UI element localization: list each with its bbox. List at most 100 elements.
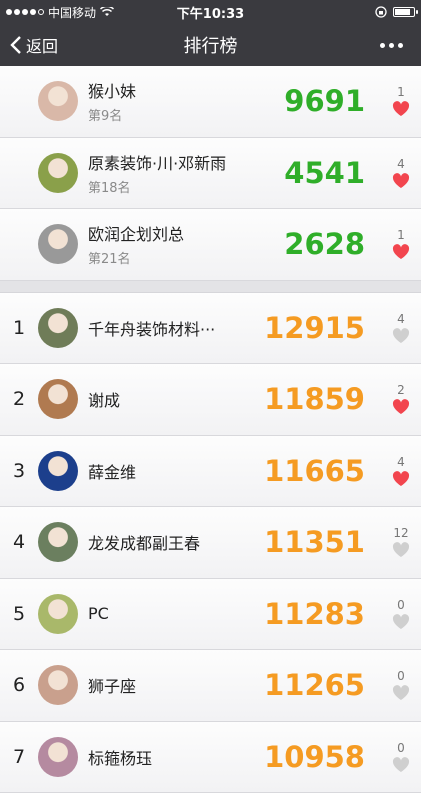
avatar[interactable]	[38, 522, 78, 562]
like-count: 0	[381, 741, 421, 755]
friend-score: 2628	[255, 227, 365, 261]
like-count: 0	[381, 669, 421, 683]
player-name: 狮子座	[88, 673, 255, 697]
signal-icon	[6, 9, 44, 15]
friend-row[interactable]: 猴小妹第9名96911	[0, 66, 421, 138]
heart-icon[interactable]	[392, 101, 410, 117]
friend-row[interactable]: 原素装饰·川·邓新雨第18名45414	[0, 138, 421, 210]
avatar[interactable]	[38, 153, 78, 193]
heart-icon[interactable]	[392, 399, 410, 415]
like-control[interactable]: 4	[381, 157, 421, 189]
friend-name: 猴小妹	[88, 78, 255, 102]
section-divider	[0, 281, 421, 293]
player-info: 薛金维	[88, 459, 255, 483]
like-control[interactable]: 4	[381, 312, 421, 344]
like-count: 0	[381, 598, 421, 612]
chevron-left-icon	[10, 36, 22, 54]
player-info: 龙发成都副王春	[88, 530, 255, 554]
heart-icon[interactable]	[392, 685, 410, 701]
heart-icon[interactable]	[392, 471, 410, 487]
ranking-list: 1 千年舟装饰材料···12915 4 2 谢成11859 2 3 薛金维11665 4 4 龙发成…	[0, 293, 421, 793]
player-name: 谢成	[88, 387, 255, 411]
rank-number: 3	[0, 460, 38, 482]
player-score: 11665	[255, 454, 365, 488]
like-count: 4	[381, 157, 421, 171]
friend-row[interactable]: 欧润企划刘总第21名2628 1	[0, 209, 421, 281]
like-control[interactable]: 1	[381, 228, 421, 260]
heart-icon[interactable]	[392, 542, 410, 558]
heart-icon[interactable]	[392, 244, 410, 260]
avatar[interactable]	[38, 224, 78, 264]
wifi-icon	[100, 7, 114, 17]
page-title: 排行榜	[0, 32, 421, 58]
player-info: 千年舟装饰材料···	[88, 316, 255, 340]
player-name: 龙发成都副王春	[88, 530, 255, 554]
friend-name: 原素装饰·川·邓新雨	[88, 150, 255, 174]
like-control[interactable]: 2	[381, 383, 421, 415]
rank-number: 4	[0, 531, 38, 553]
player-name: 标箍杨珏	[88, 745, 255, 769]
like-count: 12	[381, 526, 421, 540]
rank-number: 7	[0, 746, 38, 768]
ranking-row[interactable]: 6 狮子座11265 0	[0, 650, 421, 722]
ranking-row[interactable]: 3 薛金维11665 4	[0, 436, 421, 508]
player-score: 11283	[255, 597, 365, 631]
ranking-row[interactable]: 2 谢成11859 2	[0, 364, 421, 436]
rank-number: 6	[0, 674, 38, 696]
avatar[interactable]	[38, 665, 78, 705]
player-score: 12915	[255, 311, 365, 345]
player-score: 11265	[255, 668, 365, 702]
player-info: PC	[88, 604, 255, 623]
carrier-label: 中国移动	[48, 4, 96, 21]
like-control[interactable]: 4	[381, 455, 421, 487]
friends-list: 猴小妹第9名96911原素装饰·川·邓新雨第18名45414欧润企划刘总第21名…	[0, 66, 421, 281]
player-info: 谢成	[88, 387, 255, 411]
rank-number: 5	[0, 603, 38, 625]
battery-icon	[393, 7, 415, 17]
status-right	[375, 6, 415, 18]
avatar[interactable]	[38, 379, 78, 419]
player-name: 薛金维	[88, 459, 255, 483]
avatar[interactable]	[38, 451, 78, 491]
like-count: 1	[381, 228, 421, 242]
rank-number: 2	[0, 388, 38, 410]
friend-rank: 第9名	[88, 105, 255, 124]
back-label: 返回	[26, 33, 58, 57]
nav-bar: 返回 排行榜	[0, 24, 421, 66]
back-button[interactable]: 返回	[0, 33, 58, 57]
avatar[interactable]	[38, 308, 78, 348]
ranking-row[interactable]: 1 千年舟装饰材料···12915 4	[0, 293, 421, 365]
more-button[interactable]	[380, 43, 421, 48]
like-control[interactable]: 1	[381, 85, 421, 117]
heart-icon[interactable]	[392, 173, 410, 189]
status-bar: 中国移动 下午10:33	[0, 0, 421, 24]
rank-number: 1	[0, 317, 38, 339]
like-control[interactable]: 12	[381, 526, 421, 558]
like-control[interactable]: 0	[381, 741, 421, 773]
ranking-row[interactable]: 4 龙发成都副王春11351 12	[0, 507, 421, 579]
like-control[interactable]: 0	[381, 669, 421, 701]
like-count: 1	[381, 85, 421, 99]
avatar[interactable]	[38, 594, 78, 634]
like-count: 2	[381, 383, 421, 397]
like-control[interactable]: 0	[381, 598, 421, 630]
player-score: 11859	[255, 382, 365, 416]
player-name: 千年舟装饰材料···	[88, 316, 255, 340]
like-count: 4	[381, 455, 421, 469]
friend-info: 欧润企划刘总第21名	[88, 221, 255, 267]
more-icon	[380, 43, 385, 48]
rotation-lock-icon	[375, 6, 387, 18]
heart-icon[interactable]	[392, 328, 410, 344]
ranking-row[interactable]: 7标箍杨珏109580	[0, 722, 421, 793]
player-score: 11351	[255, 525, 365, 559]
player-name: PC	[88, 604, 255, 623]
player-info: 狮子座	[88, 673, 255, 697]
heart-icon[interactable]	[392, 757, 410, 773]
heart-icon[interactable]	[392, 614, 410, 630]
friend-score: 4541	[255, 156, 365, 190]
avatar[interactable]	[38, 737, 78, 777]
like-count: 4	[381, 312, 421, 326]
friend-rank: 第21名	[88, 248, 255, 267]
avatar[interactable]	[38, 81, 78, 121]
ranking-row[interactable]: 5 PC11283 0	[0, 579, 421, 651]
